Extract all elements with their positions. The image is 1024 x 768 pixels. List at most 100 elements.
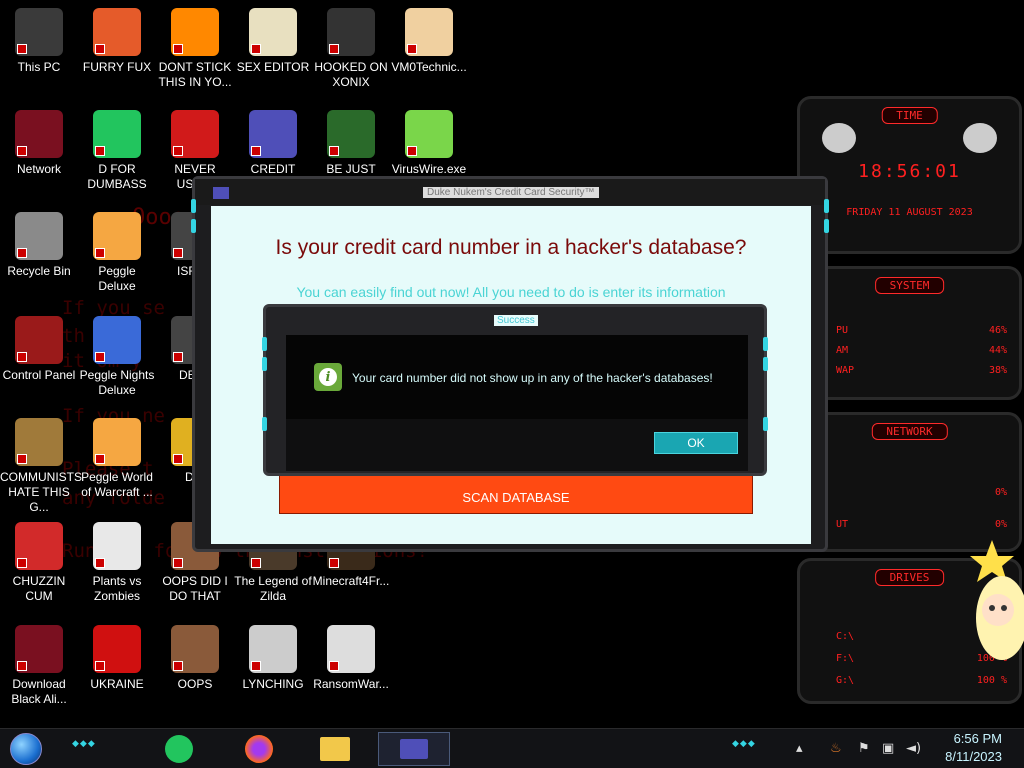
desktop-icon[interactable]: LYNCHING <box>234 625 312 692</box>
ok-button[interactable]: OK <box>654 432 738 454</box>
time-widget: TIME 18:56:01 FRIDAY 11 AUGUST 2023 <box>797 96 1022 254</box>
shortcut-arrow-icon <box>407 44 417 54</box>
desktop-icon-label: COMMUNISTS HATE THIS G... <box>0 470 82 514</box>
shortcut-arrow-icon <box>95 146 105 156</box>
spotify-icon <box>93 110 141 158</box>
taskbar-credit-card-app[interactable] <box>378 732 450 766</box>
desktop-icon-label: LYNCHING <box>242 677 304 691</box>
taskbar-spotify-icon[interactable] <box>162 732 196 766</box>
desktop-icon[interactable]: Download Black Ali... <box>0 625 78 707</box>
shortcut-arrow-icon <box>95 352 105 362</box>
credit-card-icon <box>400 739 428 759</box>
desktop-icon-label: CHUZZIN CUM <box>12 574 66 603</box>
credit-card-icon <box>249 110 297 158</box>
desktop-icon[interactable]: Network <box>0 110 78 177</box>
volume-icon[interactable]: ◄) <box>906 741 921 756</box>
dialog-footer: OK <box>286 419 748 471</box>
frame-accent <box>824 199 829 213</box>
shortcut-arrow-icon <box>329 44 339 54</box>
elf-icon <box>327 110 375 158</box>
taskbar-file-explorer-icon[interactable] <box>318 732 352 766</box>
desktop-icon[interactable]: Peggle World of Warcraft ... <box>78 418 156 500</box>
desktop-icon[interactable]: Peggle Nights Deluxe <box>78 316 156 398</box>
desktop-icon-label: Plants vs Zombies <box>92 574 142 603</box>
desktop-icon-label: Network <box>16 162 61 176</box>
network-row: UT 0% <box>836 519 1007 530</box>
lime-icon <box>405 110 453 158</box>
chuzzle-icon <box>15 522 63 570</box>
desktop-icon-label: Peggle World of Warcraft ... <box>81 470 153 499</box>
desktop-icon[interactable]: This PC <box>0 8 78 75</box>
title-bar[interactable]: Duke Nukem's Credit Card Security™ <box>195 179 825 205</box>
desktop-icon[interactable]: CHUZZIN CUM <box>0 522 78 604</box>
shortcut-arrow-icon <box>173 661 183 671</box>
shortcut-arrow-icon <box>173 558 183 568</box>
network-widget: NETWORK 0% UT 0% <box>797 412 1022 552</box>
network-icon[interactable]: ▣ <box>882 741 894 756</box>
desktop-icon-label: VirusWire.exe <box>391 162 467 176</box>
alienware-icon <box>15 625 63 673</box>
shortcut-arrow-icon <box>95 661 105 671</box>
desktop-icon[interactable]: VM0Technic... <box>390 8 468 75</box>
info-icon: i <box>314 363 342 391</box>
chevron-up-icon[interactable]: ▴ <box>796 741 803 756</box>
dev-cpp-icon <box>171 110 219 158</box>
taskbar-decoration: ◆◆◆ <box>732 739 756 749</box>
java-icon[interactable]: ♨ <box>830 741 842 756</box>
widget-date: FRIDAY 11 AUGUST 2023 <box>846 207 973 218</box>
desktop-icon[interactable]: D FOR DUMBASS <box>78 110 156 192</box>
widget-clock: 18:56:01 <box>858 161 961 182</box>
taskbar-date[interactable]: 8/11/2023 <box>945 749 1002 764</box>
money-bag-icon <box>15 418 63 466</box>
shortcut-arrow-icon <box>173 352 183 362</box>
dialog-message: Your card number did not show up in any … <box>352 371 713 385</box>
peggle-wow-icon <box>93 418 141 466</box>
desktop-icon[interactable]: RansomWar... <box>312 625 390 692</box>
desktop-icon[interactable]: UKRAINE <box>78 625 156 692</box>
alienware-icon <box>15 110 63 158</box>
desktop-icon[interactable]: Recycle Bin <box>0 212 78 279</box>
dialog-body: i Your card number did not show up in an… <box>286 335 748 419</box>
start-button[interactable] <box>10 733 42 765</box>
desktop-icon[interactable]: COMMUNISTS HATE THIS G... <box>0 418 82 515</box>
desktop-icon[interactable]: FURRY FUX <box>78 8 156 75</box>
system-row: AM 44% <box>836 345 1007 356</box>
desktop-icon[interactable]: Plants vs Zombies <box>78 522 156 604</box>
frame-accent <box>262 417 267 431</box>
doctor-icon <box>405 8 453 56</box>
taskbar-time[interactable]: 6:56 PM <box>954 731 1002 746</box>
desktop-icon[interactable]: OOPS <box>156 625 234 692</box>
frame-accent <box>763 357 768 371</box>
desktop-icon[interactable]: VirusWire.exe <box>390 110 468 177</box>
desktop-icon[interactable]: HOOKED ON XONIX <box>312 8 390 90</box>
taskbar-decoration: ◆◆◆ <box>72 739 96 749</box>
firefox-icon <box>245 735 273 763</box>
frame-accent <box>824 219 829 233</box>
shortcut-arrow-icon <box>17 146 27 156</box>
shortcut-arrow-icon <box>329 661 339 671</box>
shortcut-arrow-icon <box>17 248 27 258</box>
radiation-icon <box>93 625 141 673</box>
success-dialog: Success i Your card number did not show … <box>262 304 768 476</box>
taskbar-firefox-icon[interactable] <box>242 732 276 766</box>
desktop-icon-label: OOPS DID I DO THAT <box>162 574 228 603</box>
desktop-icon-label: UKRAINE <box>90 677 144 691</box>
shortcut-arrow-icon <box>251 146 261 156</box>
shortcut-arrow-icon <box>17 454 27 464</box>
shortcut-arrow-icon <box>95 558 105 568</box>
alien-head-icon <box>822 123 856 153</box>
skull-icon <box>327 625 375 673</box>
desktop-icon-label: DONT STICK THIS IN YO... <box>158 60 232 89</box>
desktop-icon[interactable]: Peggle Deluxe <box>78 212 156 294</box>
scan-database-button[interactable]: SCAN DATABASE <box>279 474 753 514</box>
desktop-icon[interactable]: SEX EDITOR <box>234 8 312 75</box>
desktop-icon[interactable]: DONT STICK THIS IN YO... <box>156 8 234 90</box>
shortcut-arrow-icon <box>173 248 183 258</box>
firefox-icon <box>93 8 141 56</box>
hex-editor-icon <box>249 8 297 56</box>
desktop-icon-label: OOPS <box>177 677 213 691</box>
desktop-icon[interactable]: Control Panel <box>0 316 78 383</box>
system-widget-title: SYSTEM <box>874 277 945 294</box>
flag-icon[interactable]: ⚑ <box>858 741 870 756</box>
desktop-icon-label: D FOR DUMBASS <box>87 162 147 191</box>
